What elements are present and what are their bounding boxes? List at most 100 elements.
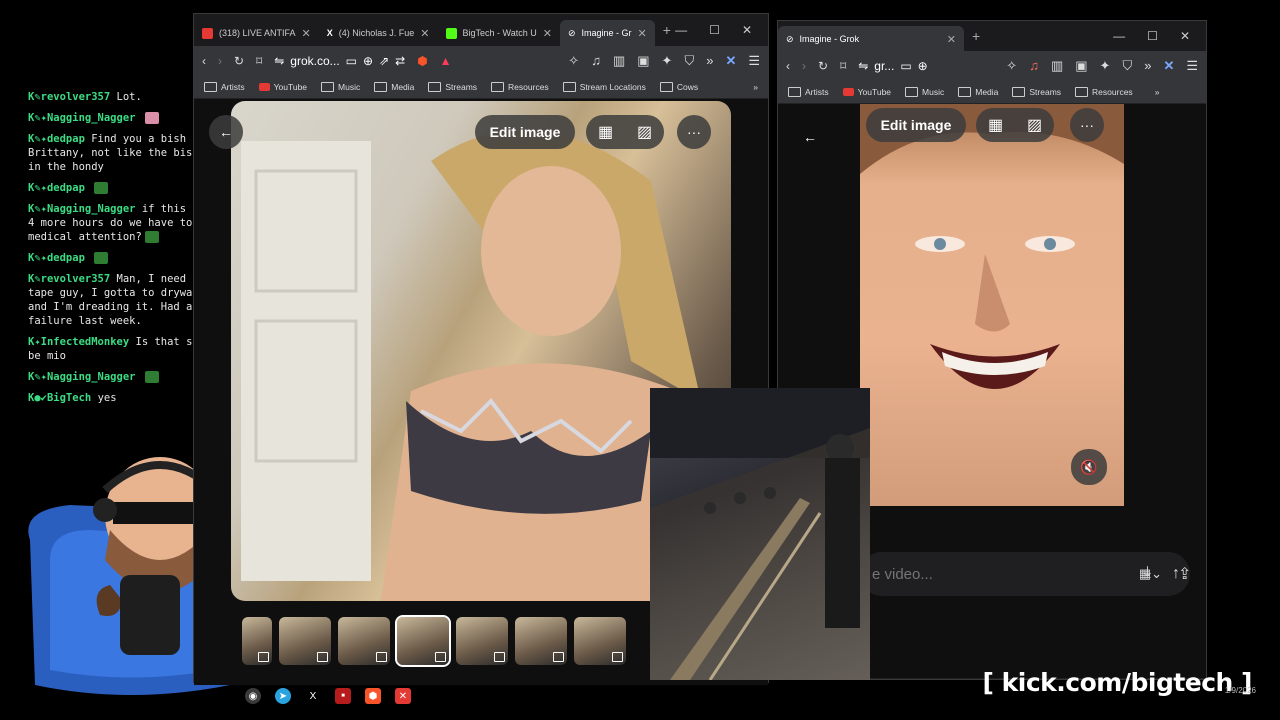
- mute-button[interactable]: 🔇: [1071, 449, 1107, 485]
- brave-icon[interactable]: ⬢: [365, 688, 381, 704]
- menu-icon[interactable]: ☰: [1186, 58, 1198, 74]
- chat-username[interactable]: Nagging_Nagger: [47, 203, 136, 215]
- ai-icon[interactable]: ✦: [1100, 58, 1111, 74]
- telegram-icon[interactable]: ➤: [275, 688, 291, 704]
- chat-username[interactable]: dedpap: [47, 133, 85, 145]
- tab-bigtech[interactable]: BigTech - Watch U ✕: [438, 20, 560, 46]
- bookmark-media[interactable]: Media: [958, 87, 998, 97]
- bookmark-artists[interactable]: Artists: [204, 82, 245, 92]
- chat-username[interactable]: dedpap: [47, 252, 85, 264]
- thumbnail[interactable]: [242, 617, 272, 665]
- more-button[interactable]: ···: [1070, 108, 1104, 142]
- share-icon[interactable]: ⇪: [1178, 564, 1191, 584]
- brave-rewards-icon[interactable]: ▲: [440, 54, 452, 68]
- site-info-icon[interactable]: ⇋: [274, 54, 284, 68]
- maximize-icon[interactable]: ☐: [1147, 29, 1158, 43]
- image-icon[interactable]: ▨: [1027, 115, 1042, 135]
- download-icon[interactable]: ⤓: [1144, 564, 1151, 582]
- bookmark-youtube[interactable]: YouTube: [258, 82, 307, 92]
- edit-image-button[interactable]: Edit image: [866, 108, 966, 142]
- generated-face-image[interactable]: [860, 104, 1124, 506]
- minimize-icon[interactable]: —: [675, 23, 687, 37]
- bookmarks-overflow-icon[interactable]: »: [1155, 87, 1160, 97]
- close-icon[interactable]: ✕: [742, 23, 752, 37]
- prompt-input[interactable]: [870, 564, 1129, 584]
- wallet-icon[interactable]: ▣: [1075, 58, 1087, 74]
- more-button[interactable]: ···: [677, 115, 711, 149]
- shield-icon[interactable]: ⛉: [1122, 58, 1132, 74]
- bookmark-music[interactable]: Music: [905, 87, 944, 97]
- translate-icon[interactable]: ⇄: [395, 54, 405, 68]
- music-icon[interactable]: ♫: [591, 53, 601, 69]
- chrome-taskbar-icon[interactable]: ◉: [245, 688, 261, 704]
- forward-nav-icon[interactable]: ›: [218, 54, 222, 68]
- back-button[interactable]: ←: [209, 115, 243, 149]
- ai-icon[interactable]: ✦: [662, 53, 673, 69]
- reload-icon[interactable]: ↻: [818, 59, 828, 73]
- close-icon[interactable]: ✕: [1180, 29, 1190, 43]
- chat-username[interactable]: revolver357: [41, 273, 111, 285]
- music-icon[interactable]: ♫: [1029, 58, 1039, 74]
- bookmark-icon[interactable]: ⌑: [840, 59, 846, 73]
- film-icon[interactable]: ▦: [598, 122, 613, 142]
- thumbnail[interactable]: [574, 617, 626, 665]
- forward-nav-icon[interactable]: ›: [802, 59, 806, 73]
- thumbnail[interactable]: [456, 617, 508, 665]
- reload-icon[interactable]: ↻: [234, 54, 244, 68]
- bookmark-resources[interactable]: Resources: [491, 82, 549, 92]
- address-bar[interactable]: ⇋ grok.co... ▭ ⊕ ⇗ ⇄: [274, 54, 405, 68]
- chat-username[interactable]: BigTech: [47, 392, 91, 404]
- x-app-icon[interactable]: X: [305, 688, 321, 704]
- address-bar[interactable]: ⇋ gr... ▭ ⊕: [858, 59, 927, 73]
- bookmark-stream-locations[interactable]: Stream Locations: [562, 82, 646, 92]
- shield-icon[interactable]: ⛉: [684, 53, 694, 69]
- minimize-icon[interactable]: —: [1113, 29, 1125, 43]
- bookmark-streams[interactable]: Streams: [428, 82, 477, 92]
- zoom-icon[interactable]: ⊕: [918, 59, 928, 73]
- wallet-icon[interactable]: ▣: [637, 53, 649, 69]
- tab-live-antifa[interactable]: (318) LIVE ANTIFA ✕: [194, 20, 319, 46]
- image-icon[interactable]: ▨: [637, 122, 652, 142]
- app-icon-2[interactable]: ✕: [395, 688, 411, 704]
- bookmark-music[interactable]: Music: [321, 82, 360, 92]
- film-icon[interactable]: ▦: [988, 115, 1003, 135]
- tab-imagine-grok[interactable]: ⊘ Imagine - Grok ✕: [778, 26, 964, 52]
- bookmark-youtube[interactable]: YouTube: [842, 87, 891, 97]
- cast-icon[interactable]: ▭: [346, 54, 357, 68]
- bookmark-cows[interactable]: Cows: [659, 82, 698, 92]
- thumbnail[interactable]: [515, 617, 567, 665]
- chat-username[interactable]: Nagging_Nagger: [47, 371, 136, 383]
- new-tab-button[interactable]: +: [972, 28, 980, 44]
- bookmark-resources[interactable]: Resources: [1075, 87, 1133, 97]
- site-info-icon[interactable]: ⇋: [858, 59, 868, 73]
- more-extensions-icon[interactable]: »: [1144, 58, 1151, 74]
- chat-username[interactable]: InfectedMonkey: [41, 336, 130, 348]
- chat-username[interactable]: dedpap: [47, 182, 85, 194]
- cast-icon[interactable]: ▭: [900, 59, 911, 73]
- more-extensions-icon[interactable]: »: [706, 53, 713, 69]
- chat-username[interactable]: revolver357: [41, 91, 111, 103]
- chat-username[interactable]: Nagging_Nagger: [47, 112, 136, 124]
- extension-icon[interactable]: ✧: [568, 53, 579, 69]
- x-extension-icon[interactable]: ✕: [725, 53, 736, 69]
- bookmark-streams[interactable]: Streams: [1012, 87, 1061, 97]
- share-icon[interactable]: ⇗: [379, 54, 389, 68]
- back-nav-icon[interactable]: ‹: [786, 59, 790, 73]
- new-tab-button[interactable]: +: [663, 22, 671, 38]
- bookmark-icon[interactable]: ⌑: [256, 54, 262, 68]
- x-extension-icon[interactable]: ✕: [1163, 58, 1174, 74]
- maximize-icon[interactable]: ☐: [709, 23, 720, 37]
- thumbnail-selected[interactable]: [395, 615, 451, 667]
- sidebar-icon[interactable]: ▥: [1051, 58, 1063, 74]
- sidebar-icon[interactable]: ▥: [613, 53, 625, 69]
- edit-image-button[interactable]: Edit image: [475, 115, 575, 149]
- bookmark-artists[interactable]: Artists: [788, 87, 829, 97]
- back-nav-icon[interactable]: ‹: [202, 54, 206, 68]
- app-icon[interactable]: ■: [335, 688, 351, 704]
- thumbnail[interactable]: [279, 617, 331, 665]
- brave-shield-icon[interactable]: ⬢: [417, 54, 427, 68]
- thumbnail[interactable]: [338, 617, 390, 665]
- zoom-icon[interactable]: ⊕: [363, 54, 373, 68]
- menu-icon[interactable]: ☰: [748, 53, 760, 69]
- bookmark-media[interactable]: Media: [374, 82, 414, 92]
